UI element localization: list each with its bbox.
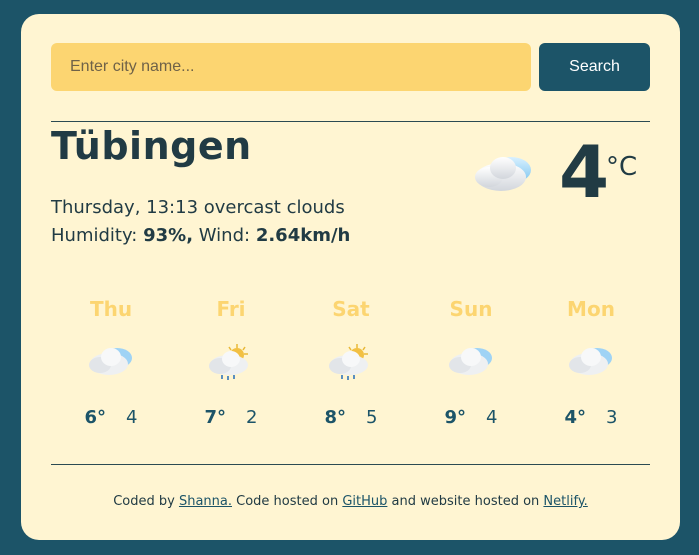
city-name: Tübingen [51,124,252,168]
forecast-day: Thu 6° 4 [51,297,171,428]
cloud-icon [531,343,651,387]
wind-value: 2.64km/h [255,225,351,246]
forecast-min-temp: 5 [366,407,378,428]
forecast-temps: 7° 2 [171,407,291,428]
forecast-min-temp: 4 [486,407,498,428]
forecast-row: Thu 6° 4 Fri 7° 2 Sat 8° 5 Sun 9° 4 Mon … [51,267,650,464]
sun-rain-cloud-icon [291,343,411,387]
current-weather: Tübingen Thursday, 13:13 overcast clouds… [51,122,650,267]
sun-rain-cloud-icon [171,343,291,387]
current-temperature: 4 [559,130,610,214]
github-link[interactable]: GitHub [342,494,387,509]
forecast-day-name: Fri [216,297,246,321]
forecast-temps: 4° 3 [531,407,651,428]
humidity-label: Humidity: [51,225,138,246]
netlify-link[interactable]: Netlify. [543,494,587,509]
footer-middle: Code hosted on [236,494,339,509]
forecast-min-temp: 2 [246,407,258,428]
forecast-max-temp: 7° [204,407,227,428]
forecast-day: Fri 7° 2 [171,297,291,428]
forecast-day-name: Thu [89,297,133,321]
forecast-day-name: Mon [567,297,615,321]
bottom-divider [51,464,650,465]
forecast-temps: 8° 5 [291,407,411,428]
humidity-value: 93%, [143,225,194,246]
forecast-max-temp: 4° [564,407,587,428]
forecast-temps: 6° 4 [51,407,171,428]
overcast-clouds-icon [471,150,535,198]
weather-details: Thursday, 13:13 overcast clouds Humidity… [51,194,350,250]
forecast-max-temp: 6° [84,407,107,428]
forecast-max-temp: 9° [444,407,467,428]
footer: Coded by Shanna. Code hosted on GitHub a… [51,494,650,509]
author-link[interactable]: Shanna. [179,494,232,509]
city-search-input[interactable] [51,43,531,91]
search-form: Search [51,43,650,91]
date-time: Thursday, 13:13 [51,197,199,218]
cloud-icon [51,343,171,387]
forecast-max-temp: 8° [324,407,347,428]
cloud-icon [411,343,531,387]
temperature-unit: °C [606,152,638,182]
wind-label: Wind: [198,225,251,246]
weather-description: overcast clouds [203,197,345,218]
forecast-min-temp: 4 [126,407,138,428]
footer-middle-2: and website hosted on [391,494,540,509]
forecast-day: Sun 9° 4 [411,297,531,428]
footer-prefix: Coded by [113,494,175,509]
weather-card: Search Tübingen Thursday, 13:13 overcast… [21,14,680,540]
forecast-day-name: Sun [449,297,493,321]
forecast-temps: 9° 4 [411,407,531,428]
forecast-day: Mon 4° 3 [531,297,651,428]
forecast-min-temp: 3 [606,407,618,428]
forecast-day: Sat 8° 5 [291,297,411,428]
forecast-day-name: Sat [332,297,370,321]
search-button[interactable]: Search [539,43,650,91]
